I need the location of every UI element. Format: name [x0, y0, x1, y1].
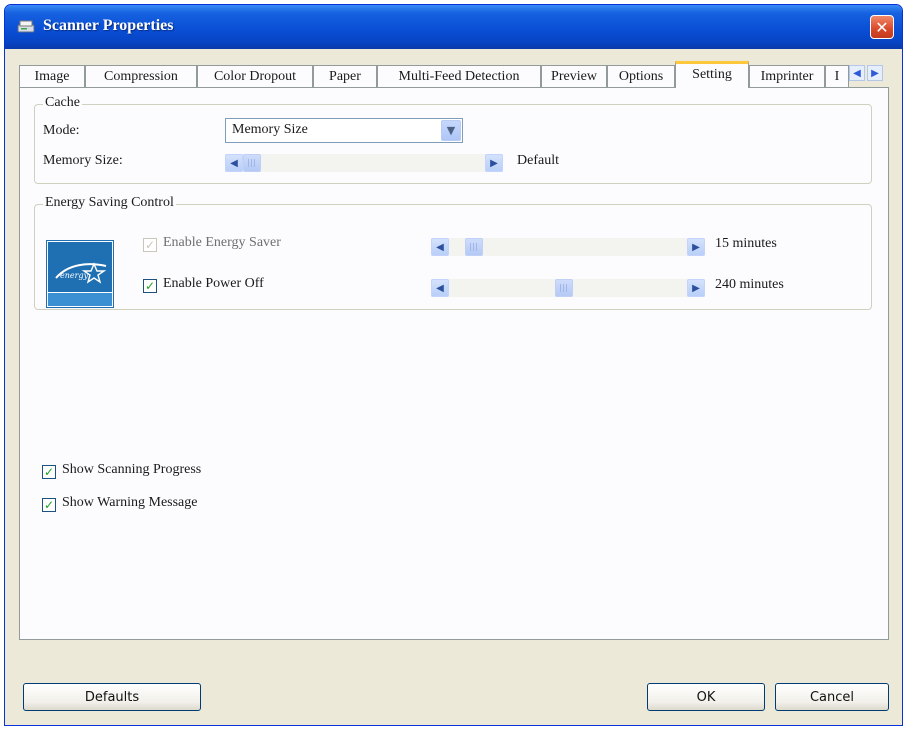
energy-saver-slider[interactable]: ◀ ▶ [431, 238, 705, 256]
tab-truncated[interactable]: I [825, 65, 849, 87]
cache-group-label: Cache [43, 95, 82, 111]
cache-group: Cache Mode: Memory Size ▼ Memory Size: ◀… [34, 95, 872, 184]
power-off-increase-icon[interactable]: ▶ [687, 279, 705, 297]
energy-star-wordmark [48, 292, 112, 306]
power-off-value: 240 minutes [715, 277, 784, 292]
scanner-app-icon [17, 20, 35, 33]
title-bar[interactable]: Scanner Properties ✕ [5, 5, 902, 49]
tab-scroll-left-icon[interactable]: ◀ [849, 65, 865, 81]
energy-saver-slider-thumb[interactable] [465, 238, 483, 256]
enable-energy-saver-checkbox[interactable]: ✓ [143, 238, 157, 252]
tab-image[interactable]: Image [19, 65, 85, 87]
tab-strip: Image Compression Color Dropout Paper Mu… [19, 61, 889, 88]
window-title: Scanner Properties [43, 17, 174, 34]
show-scanning-progress-label: Show Scanning Progress [62, 462, 202, 477]
tab-multi-feed-detection[interactable]: Multi-Feed Detection [377, 65, 541, 87]
memory-size-slider-thumb[interactable] [243, 154, 261, 172]
enable-power-off-label: Enable Power Off [163, 276, 264, 291]
tab-scroll-right-icon[interactable]: ▶ [867, 65, 883, 81]
memory-size-decrease-icon[interactable]: ◀ [225, 154, 243, 172]
tab-scroll-buttons: ◀ ▶ [849, 65, 885, 85]
defaults-button[interactable]: Defaults [23, 683, 201, 711]
power-off-slider[interactable]: ◀ ▶ [431, 279, 705, 297]
ok-button[interactable]: OK [647, 683, 765, 711]
tab-preview[interactable]: Preview [541, 65, 607, 87]
mode-dropdown[interactable]: Memory Size ▼ [225, 118, 463, 143]
power-off-slider-thumb[interactable] [555, 279, 573, 297]
tab-paper[interactable]: Paper [313, 65, 377, 87]
memory-size-value: Default [517, 153, 559, 168]
mode-label: Mode: [43, 123, 80, 138]
svg-text:energy: energy [60, 271, 89, 280]
enable-power-off-checkbox[interactable]: ✓ [143, 279, 157, 293]
close-icon: ✕ [875, 17, 889, 37]
memory-size-label: Memory Size: [43, 153, 123, 168]
scanner-properties-window: Scanner Properties ✕ Image Compression C… [4, 4, 903, 726]
memory-size-increase-icon[interactable]: ▶ [485, 154, 503, 172]
energy-saver-value: 15 minutes [715, 236, 777, 251]
energy-saver-decrease-icon[interactable]: ◀ [431, 238, 449, 256]
show-warning-message-label: Show Warning Message [62, 495, 198, 510]
setting-tab-panel: Cache Mode: Memory Size ▼ Memory Size: ◀… [19, 87, 889, 640]
tab-imprinter[interactable]: Imprinter [749, 65, 825, 87]
show-scanning-progress-checkbox[interactable]: ✓ [42, 465, 56, 479]
memory-size-slider[interactable]: ◀ ▶ [225, 154, 503, 172]
mode-dropdown-value: Memory Size [232, 122, 308, 137]
tab-options[interactable]: Options [607, 65, 675, 87]
tab-compression[interactable]: Compression [85, 65, 197, 87]
energy-saver-increase-icon[interactable]: ▶ [687, 238, 705, 256]
tab-setting[interactable]: Setting [675, 61, 749, 88]
chevron-down-icon[interactable]: ▼ [441, 120, 461, 141]
show-warning-message-checkbox[interactable]: ✓ [42, 498, 56, 512]
power-off-decrease-icon[interactable]: ◀ [431, 279, 449, 297]
tab-color-dropout[interactable]: Color Dropout [197, 65, 313, 87]
energy-star-logo: energy [46, 240, 114, 308]
close-button[interactable]: ✕ [870, 15, 894, 39]
energy-saving-group: Energy Saving Control energy ✓ Enable En… [34, 195, 872, 310]
enable-energy-saver-label: Enable Energy Saver [163, 235, 281, 250]
energy-star-icon: energy [55, 262, 107, 284]
energy-saving-group-label: Energy Saving Control [43, 195, 176, 211]
cancel-button[interactable]: Cancel [775, 683, 889, 711]
